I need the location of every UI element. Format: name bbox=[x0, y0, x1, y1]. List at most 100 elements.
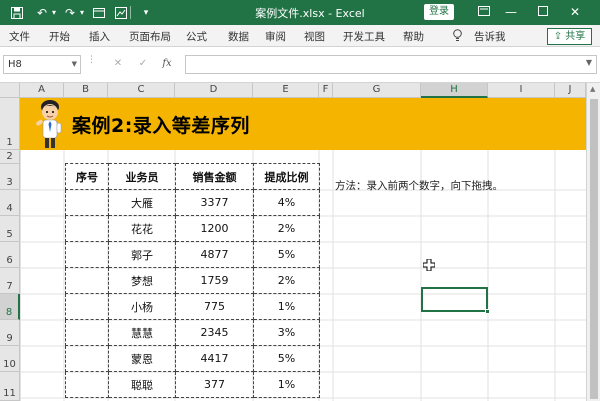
column-header-a[interactable]: A bbox=[20, 83, 64, 98]
customize-icon[interactable]: ▾ bbox=[138, 5, 154, 20]
table-cell[interactable] bbox=[65, 319, 109, 346]
column-header-f[interactable]: F bbox=[319, 83, 333, 98]
cancel-icon[interactable]: ✕ bbox=[111, 57, 125, 71]
header-cell-commission-rate[interactable]: 提成比例 bbox=[253, 163, 320, 190]
table-cell[interactable] bbox=[65, 267, 109, 294]
table-cell[interactable]: 小杨 bbox=[108, 293, 176, 320]
scroll-up-icon[interactable]: ▲ bbox=[590, 85, 595, 93]
header-cell-salesperson[interactable]: 业务员 bbox=[108, 163, 176, 190]
tab-page-layout[interactable]: 页面布局 bbox=[129, 29, 171, 44]
chevron-down-icon[interactable]: ▼ bbox=[586, 58, 592, 67]
table-cell[interactable]: 5% bbox=[253, 345, 320, 372]
table-cell[interactable]: 蒙恩 bbox=[108, 345, 176, 372]
chevron-down-icon[interactable]: ▾ bbox=[46, 5, 62, 20]
row-header-6[interactable]: 6 bbox=[0, 242, 20, 268]
row-header-10[interactable]: 10 bbox=[0, 346, 20, 372]
enter-icon[interactable]: ✓ bbox=[136, 57, 150, 71]
column-header-d[interactable]: D bbox=[175, 83, 253, 98]
row-header-7[interactable]: 7 bbox=[0, 268, 20, 294]
separator bbox=[130, 6, 131, 19]
tab-formulas[interactable]: 公式 bbox=[186, 29, 207, 44]
table-cell[interactable]: 775 bbox=[175, 293, 254, 320]
save-icon[interactable] bbox=[9, 5, 25, 20]
table-cell[interactable] bbox=[65, 371, 109, 398]
scrollbar-thumb[interactable] bbox=[590, 99, 598, 399]
column-header-e[interactable]: E bbox=[253, 83, 319, 98]
minimize-icon[interactable]: — bbox=[503, 4, 519, 20]
selected-cell-h8[interactable] bbox=[421, 287, 488, 312]
fill-handle[interactable] bbox=[485, 309, 490, 314]
tab-review[interactable]: 审阅 bbox=[265, 29, 286, 44]
row-header-8[interactable]: 8 bbox=[0, 294, 20, 320]
column-header-c[interactable]: C bbox=[108, 83, 175, 98]
row-header-1[interactable]: 1 bbox=[0, 98, 20, 150]
table-cell[interactable]: 梦想 bbox=[108, 267, 176, 294]
vertical-scrollbar[interactable]: ▲ bbox=[586, 83, 600, 401]
name-box[interactable]: H8 ▼ bbox=[3, 55, 81, 74]
table-cell[interactable]: 377 bbox=[175, 371, 254, 398]
close-icon[interactable]: ✕ bbox=[567, 4, 583, 20]
table-row: 大雁 3377 4% bbox=[65, 189, 320, 216]
header-cell-index[interactable]: 序号 bbox=[65, 163, 109, 190]
column-header-j[interactable]: J bbox=[555, 83, 586, 98]
row-header-11[interactable]: 11 bbox=[0, 372, 20, 401]
table-cell[interactable]: 郭子 bbox=[108, 241, 176, 268]
tab-insert[interactable]: 插入 bbox=[89, 29, 110, 44]
tab-developer[interactable]: 开发工具 bbox=[343, 29, 385, 44]
tab-home[interactable]: 开始 bbox=[49, 29, 70, 44]
table-cell[interactable]: 4417 bbox=[175, 345, 254, 372]
row-header-9[interactable]: 9 bbox=[0, 320, 20, 346]
table-cell[interactable]: 2% bbox=[253, 267, 320, 294]
login-button[interactable]: 登录 bbox=[424, 4, 454, 20]
table-cell[interactable]: 大雁 bbox=[108, 189, 176, 216]
ink-icon[interactable] bbox=[113, 5, 129, 20]
column-header-b[interactable]: B bbox=[64, 83, 108, 98]
row-header-3[interactable]: 3 bbox=[0, 164, 20, 190]
tab-help[interactable]: 帮助 bbox=[403, 29, 424, 44]
table-cell[interactable]: 4% bbox=[253, 189, 320, 216]
insert-function-icon[interactable]: fx bbox=[160, 57, 174, 71]
row-header-5[interactable]: 5 bbox=[0, 216, 20, 242]
chevron-down-icon[interactable]: ▼ bbox=[72, 56, 77, 73]
tab-view[interactable]: 视图 bbox=[304, 29, 325, 44]
table-cell[interactable]: 3% bbox=[253, 319, 320, 346]
tab-data[interactable]: 数据 bbox=[228, 29, 249, 44]
maximize-icon[interactable] bbox=[535, 4, 551, 20]
table-cell[interactable]: 2345 bbox=[175, 319, 254, 346]
table-cell[interactable] bbox=[65, 189, 109, 216]
view-icon[interactable] bbox=[91, 5, 107, 20]
select-all-corner[interactable] bbox=[0, 83, 20, 98]
column-header-h[interactable]: H bbox=[421, 83, 488, 98]
row-header-2[interactable]: 2 bbox=[0, 150, 20, 164]
table-cell[interactable]: 聪聪 bbox=[108, 371, 176, 398]
table-cell[interactable]: 1% bbox=[253, 293, 320, 320]
tab-file[interactable]: 文件 bbox=[9, 29, 30, 44]
table-cell[interactable]: 5% bbox=[253, 241, 320, 268]
mascot-illustration bbox=[36, 100, 62, 148]
column-header-i[interactable]: I bbox=[488, 83, 555, 98]
formula-bar: H8 ▼ ⋮ ✕ ✓ fx ▼ bbox=[0, 47, 600, 83]
table-cell[interactable]: 1200 bbox=[175, 215, 254, 242]
table-cell[interactable]: 2% bbox=[253, 215, 320, 242]
chevron-down-icon[interactable]: ▾ bbox=[74, 5, 90, 20]
table-cell[interactable]: 1759 bbox=[175, 267, 254, 294]
tell-me-search[interactable]: 告诉我 bbox=[474, 29, 506, 44]
share-button[interactable]: ⇪ 共享 bbox=[547, 28, 592, 45]
table-cell[interactable] bbox=[65, 345, 109, 372]
table-cell[interactable]: 慧慧 bbox=[108, 319, 176, 346]
table-cell[interactable]: 3377 bbox=[175, 189, 254, 216]
drag-handle-icon[interactable]: ⋮ bbox=[87, 56, 96, 70]
ribbon-display-icon[interactable] bbox=[476, 4, 492, 20]
row-header-4[interactable]: 4 bbox=[0, 190, 20, 216]
table-cell[interactable]: 花花 bbox=[108, 215, 176, 242]
formula-input[interactable]: ▼ bbox=[185, 55, 597, 74]
window-title: 案例文件.xlsx - Excel bbox=[255, 7, 365, 20]
header-cell-sales-amount[interactable]: 销售金额 bbox=[175, 163, 254, 190]
table-cell[interactable] bbox=[65, 215, 109, 242]
share-icon: ⇪ bbox=[553, 31, 563, 42]
table-cell[interactable]: 4877 bbox=[175, 241, 254, 268]
table-cell[interactable] bbox=[65, 293, 109, 320]
column-header-g[interactable]: G bbox=[333, 83, 421, 98]
table-cell[interactable] bbox=[65, 241, 109, 268]
table-cell[interactable]: 1% bbox=[253, 371, 320, 398]
